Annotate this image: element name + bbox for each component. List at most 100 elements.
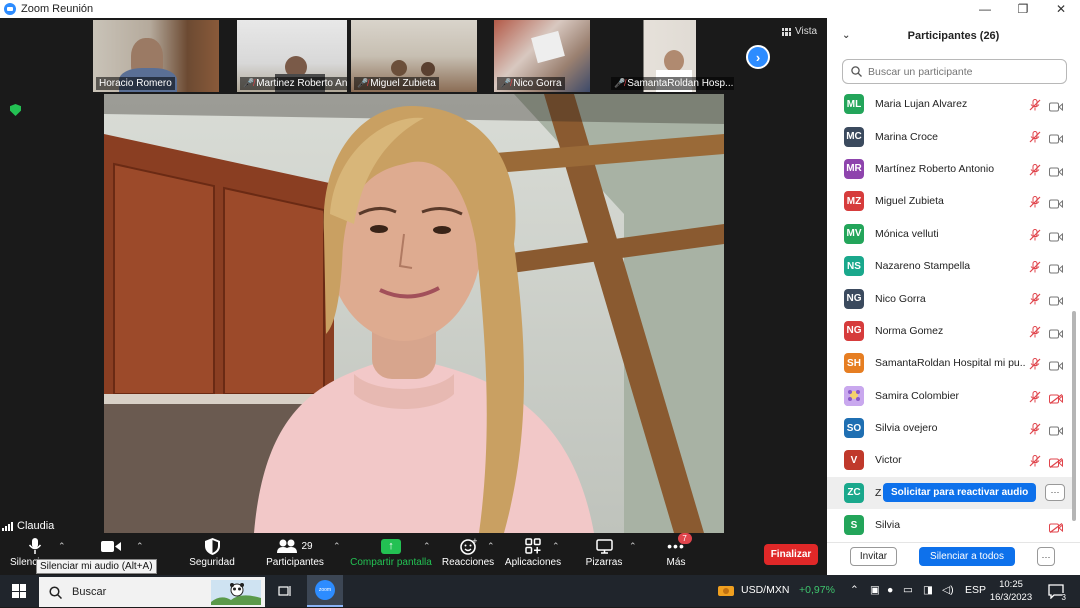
window-title: Zoom Reunión: [21, 3, 94, 15]
video-camera-icon[interactable]: [1049, 293, 1063, 306]
thumbnail-video[interactable]: Horacio Romero: [93, 20, 219, 92]
video-camera-icon[interactable]: [1049, 164, 1063, 177]
avatar-image-icon: [844, 385, 864, 406]
security-button[interactable]: Seguridad: [186, 535, 238, 568]
participant-row[interactable]: MC Marina Croce: [827, 120, 1072, 152]
muted-mic-icon[interactable]: [1029, 228, 1041, 241]
request-unmute-button[interactable]: Solicitar para reactivar audio: [883, 482, 1037, 502]
chevron-up-icon[interactable]: ⌃: [487, 541, 495, 552]
video-button[interactable]: [98, 535, 124, 557]
muted-mic-icon[interactable]: [1029, 454, 1041, 467]
signal-bars-icon: [2, 521, 13, 531]
view-button[interactable]: Vista: [782, 26, 817, 37]
muted-mic-icon[interactable]: [1029, 422, 1041, 435]
muted-mic-icon[interactable]: [1029, 98, 1041, 111]
ticker-label[interactable]: USD/MXN: [741, 584, 789, 596]
participant-row[interactable]: MZ Miguel Zubieta: [827, 185, 1072, 217]
video-off-icon[interactable]: [1049, 455, 1063, 469]
participant-row[interactable]: S Silvia: [827, 509, 1072, 541]
participants-panel: ⌄ Participantes (26) ML Maria Lujan Alvar…: [827, 18, 1080, 575]
network-icon[interactable]: ◨: [923, 584, 933, 596]
device-icon[interactable]: ▣: [870, 584, 880, 596]
avatar-initials: NG: [846, 325, 862, 337]
video-camera-icon[interactable]: [1049, 326, 1063, 339]
participant-row[interactable]: NG Nico Gorra: [827, 282, 1072, 314]
avatar: ML: [844, 94, 864, 115]
muted-mic-icon[interactable]: [1029, 130, 1041, 143]
notifications-icon[interactable]: 3: [1045, 581, 1067, 602]
participant-name: Miguel Zubieta: [875, 195, 944, 208]
video-camera-icon[interactable]: [1049, 196, 1063, 209]
taskbar-clock[interactable]: 10:25 16/3/2023: [988, 578, 1034, 604]
more-button[interactable]: ••• 7 Más: [660, 533, 692, 568]
thumbnail-video[interactable]: 🎤̸ SamantaRoldan Hosp...: [608, 20, 734, 92]
taskbar-search[interactable]: Buscar: [39, 577, 265, 607]
chevron-up-icon[interactable]: ⌃: [423, 541, 431, 552]
invite-button[interactable]: Invitar: [850, 547, 897, 566]
reactions-button[interactable]: + Reacciones: [442, 535, 494, 569]
chevron-up-icon[interactable]: ⌃: [552, 541, 560, 552]
chevron-up-icon[interactable]: ⌃: [333, 541, 341, 552]
close-button[interactable]: ✕: [1042, 0, 1080, 18]
muted-mic-icon[interactable]: [1029, 195, 1041, 208]
microphone-icon[interactable]: ●: [887, 584, 893, 596]
participant-more-button[interactable]: ···: [1045, 483, 1065, 501]
mute-all-button[interactable]: Silenciar a todos: [919, 547, 1015, 566]
participant-row[interactable]: SO Silvia ovejero: [827, 412, 1072, 444]
participant-row[interactable]: MR Martínez Roberto Antonio: [827, 153, 1072, 185]
language-indicator[interactable]: ESP: [965, 584, 986, 596]
participant-row[interactable]: SH SamantaRoldan Hospital mi pu...: [827, 347, 1072, 379]
muted-mic-icon[interactable]: [1029, 292, 1041, 305]
video-off-icon[interactable]: [1049, 520, 1063, 534]
participant-search[interactable]: [842, 59, 1067, 84]
video-camera-icon[interactable]: [1049, 99, 1063, 112]
task-view-icon[interactable]: [276, 581, 294, 601]
zoom-taskbar-button[interactable]: zoom: [307, 575, 343, 607]
muted-mic-icon[interactable]: [1029, 163, 1041, 176]
muted-mic-icon: 🎤̸: [614, 78, 626, 88]
participant-row[interactable]: NG Norma Gomez: [827, 315, 1072, 347]
encryption-shield-icon[interactable]: [10, 104, 21, 116]
participant-name: Norma Gomez: [875, 324, 944, 337]
participant-row[interactable]: ML Maria Lujan Alvarez: [827, 88, 1072, 120]
maximize-button[interactable]: ❐: [1004, 0, 1042, 18]
participant-row[interactable]: MV Mónica velluti: [827, 218, 1072, 250]
currency-widget-icon[interactable]: [716, 581, 736, 601]
camera-icon[interactable]: ▭: [903, 584, 913, 596]
avatar-initials: MR: [846, 163, 862, 175]
video-off-icon[interactable]: [1049, 391, 1063, 404]
muted-mic-icon[interactable]: [1029, 390, 1041, 403]
panel-more-button[interactable]: ···: [1037, 547, 1055, 566]
chevron-right-icon[interactable]: ›: [746, 45, 770, 69]
participants-button[interactable]: 29 Participantes: [264, 535, 326, 568]
search-input[interactable]: [868, 65, 1053, 78]
active-speaker-video[interactable]: [104, 94, 724, 533]
volume-icon[interactable]: ◁): [942, 584, 954, 596]
video-camera-icon[interactable]: [1049, 229, 1063, 242]
participant-row[interactable]: ZC Z Solicitar para reactivar audio ···: [827, 476, 1072, 510]
muted-mic-icon[interactable]: [1029, 325, 1041, 338]
minimize-button[interactable]: —: [966, 0, 1004, 18]
chevron-up-icon[interactable]: ⌃: [136, 541, 144, 552]
whiteboards-button[interactable]: Pizarras: [584, 535, 624, 568]
participant-row[interactable]: NS Nazareno Stampella: [827, 250, 1072, 282]
chevron-up-icon[interactable]: ⌃: [850, 584, 859, 596]
thumbnail-video[interactable]: 🎤̸ Miguel Zubieta: [351, 20, 477, 92]
end-meeting-button[interactable]: Finalizar: [764, 544, 818, 565]
chevron-up-icon[interactable]: ⌃: [58, 541, 66, 552]
windows-start-icon[interactable]: [12, 584, 26, 598]
video-camera-icon[interactable]: [1049, 261, 1063, 274]
participant-row[interactable]: V Victor: [827, 444, 1072, 476]
thumbnail-video[interactable]: 🎤̸ Nico Gorra: [494, 20, 590, 92]
chevron-up-icon[interactable]: ⌃: [629, 541, 637, 552]
muted-mic-icon[interactable]: [1029, 357, 1041, 370]
video-camera-icon[interactable]: [1049, 131, 1063, 144]
share-screen-button[interactable]: ↑ Compartir pantalla: [350, 535, 432, 568]
video-camera-icon[interactable]: [1049, 423, 1063, 436]
thumbnail-video[interactable]: 🎤̸Martinez Roberto Ant...: [237, 20, 347, 92]
panel-scrollbar[interactable]: [1072, 311, 1076, 521]
video-camera-icon[interactable]: [1049, 358, 1063, 371]
muted-mic-icon[interactable]: [1029, 260, 1041, 273]
chevron-down-icon[interactable]: ⌄: [842, 30, 850, 41]
participant-row[interactable]: Samira Colombier: [827, 380, 1072, 412]
